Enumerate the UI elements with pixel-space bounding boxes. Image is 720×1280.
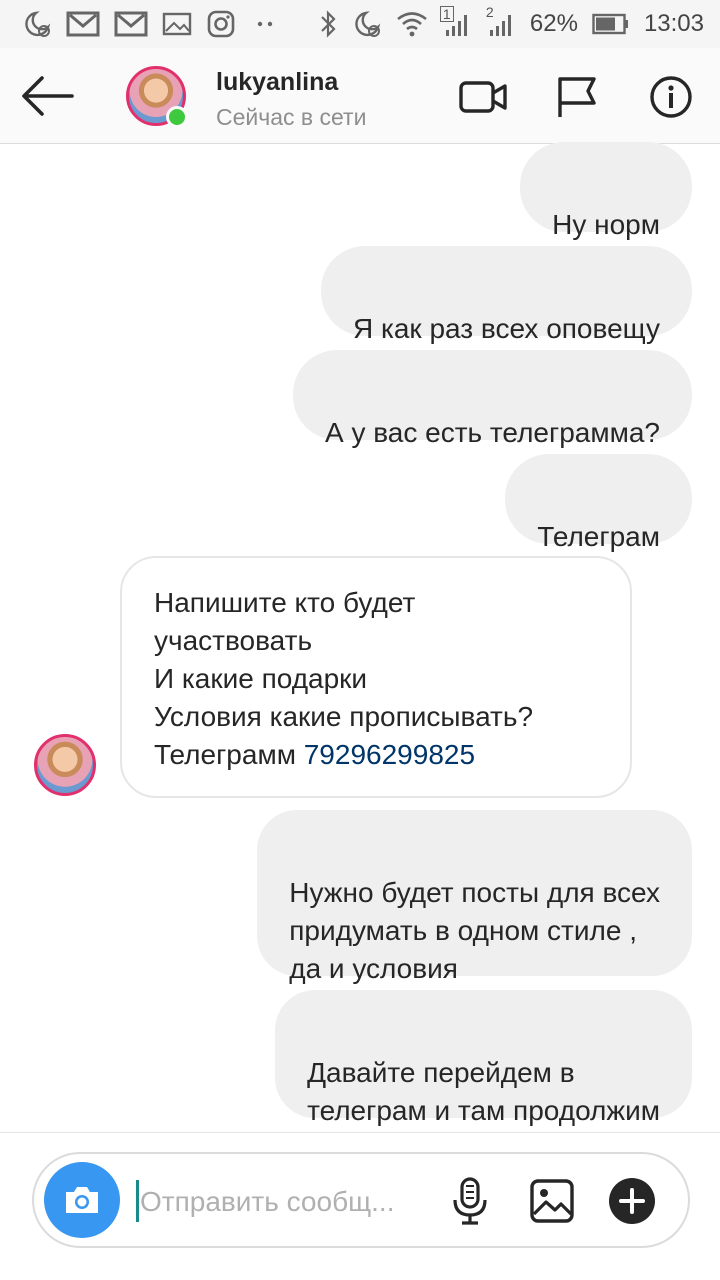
video-call-button[interactable]	[458, 74, 508, 120]
composer-divider	[0, 1132, 720, 1133]
info-button[interactable]	[646, 74, 696, 120]
battery-icon	[592, 13, 630, 35]
info-icon	[650, 76, 692, 118]
message-bubble-sent[interactable]: Телеграм	[505, 454, 692, 552]
gmail-icon	[114, 10, 148, 38]
sim1-label: 1	[439, 6, 454, 22]
message-bubble-sent[interactable]: Я как раз всех оповещу	[320, 246, 692, 344]
phone-link[interactable]: 79296299825	[304, 739, 475, 770]
online-indicator	[166, 106, 188, 128]
flag-icon	[558, 77, 596, 117]
more-dots-icon	[250, 18, 280, 30]
battery-percent: 62%	[529, 10, 578, 37]
camera-button[interactable]	[44, 1162, 120, 1238]
gmail-icon	[66, 10, 100, 38]
image-icon	[530, 1179, 574, 1223]
message-text: Телеграм	[537, 521, 660, 552]
username[interactable]: lukyanlina	[216, 68, 338, 97]
bluetooth-icon	[318, 9, 338, 39]
message-composer	[32, 1152, 690, 1248]
message-bubble-received[interactable]: Напишите кто будет участвовать И какие п…	[120, 556, 632, 798]
message-text: Нужно будет посты для всех придумать в о…	[289, 877, 660, 984]
gallery-button[interactable]	[528, 1176, 576, 1226]
message-text: Давайте перейдем в телеграм и там продол…	[307, 1057, 660, 1126]
back-button[interactable]	[20, 74, 76, 118]
moon-alarm-icon	[352, 9, 382, 39]
sender-avatar[interactable]	[34, 734, 96, 796]
gallery-icon	[162, 11, 192, 37]
video-call-icon	[459, 81, 507, 113]
more-options-button[interactable]	[608, 1176, 656, 1226]
message-text: Я как раз всех оповещу	[352, 313, 660, 344]
message-bubble-sent[interactable]: Ну норм	[520, 142, 692, 240]
microphone-icon	[453, 1177, 487, 1225]
message-bubble-sent[interactable]: Нужно будет посты для всех придумать в о…	[257, 810, 692, 984]
report-button[interactable]	[552, 74, 602, 120]
chat-header: lukyanlina Сейчас в сети	[0, 48, 720, 144]
instagram-icon	[206, 9, 236, 39]
wifi-icon	[396, 10, 428, 38]
status-bar-right: 1 2 62% 13:03	[318, 4, 704, 39]
status-bar: 1 2 62% 13:03	[0, 0, 720, 48]
message-text: А у вас есть телеграмма?	[325, 417, 660, 448]
back-arrow-icon	[22, 76, 74, 116]
message-bubble-sent[interactable]: А у вас есть телеграмма?	[293, 350, 692, 448]
camera-icon	[66, 1187, 98, 1213]
message-bubble-sent[interactable]: Давайте перейдем в телеграм и там продол…	[275, 990, 692, 1126]
signal-icon: 1	[439, 6, 472, 38]
online-status: Сейчас в сети	[216, 104, 367, 130]
status-bar-left	[22, 9, 280, 39]
clock: 13:03	[643, 10, 704, 37]
profile-avatar[interactable]	[126, 66, 188, 128]
sim2-label: 2	[485, 4, 494, 20]
voice-message-button[interactable]	[446, 1176, 494, 1226]
moon-alarm-icon	[22, 9, 52, 39]
message-text: Ну норм	[552, 209, 660, 240]
signal-icon: 2	[486, 4, 516, 38]
plus-icon	[609, 1178, 655, 1224]
message-input[interactable]	[138, 1174, 432, 1230]
